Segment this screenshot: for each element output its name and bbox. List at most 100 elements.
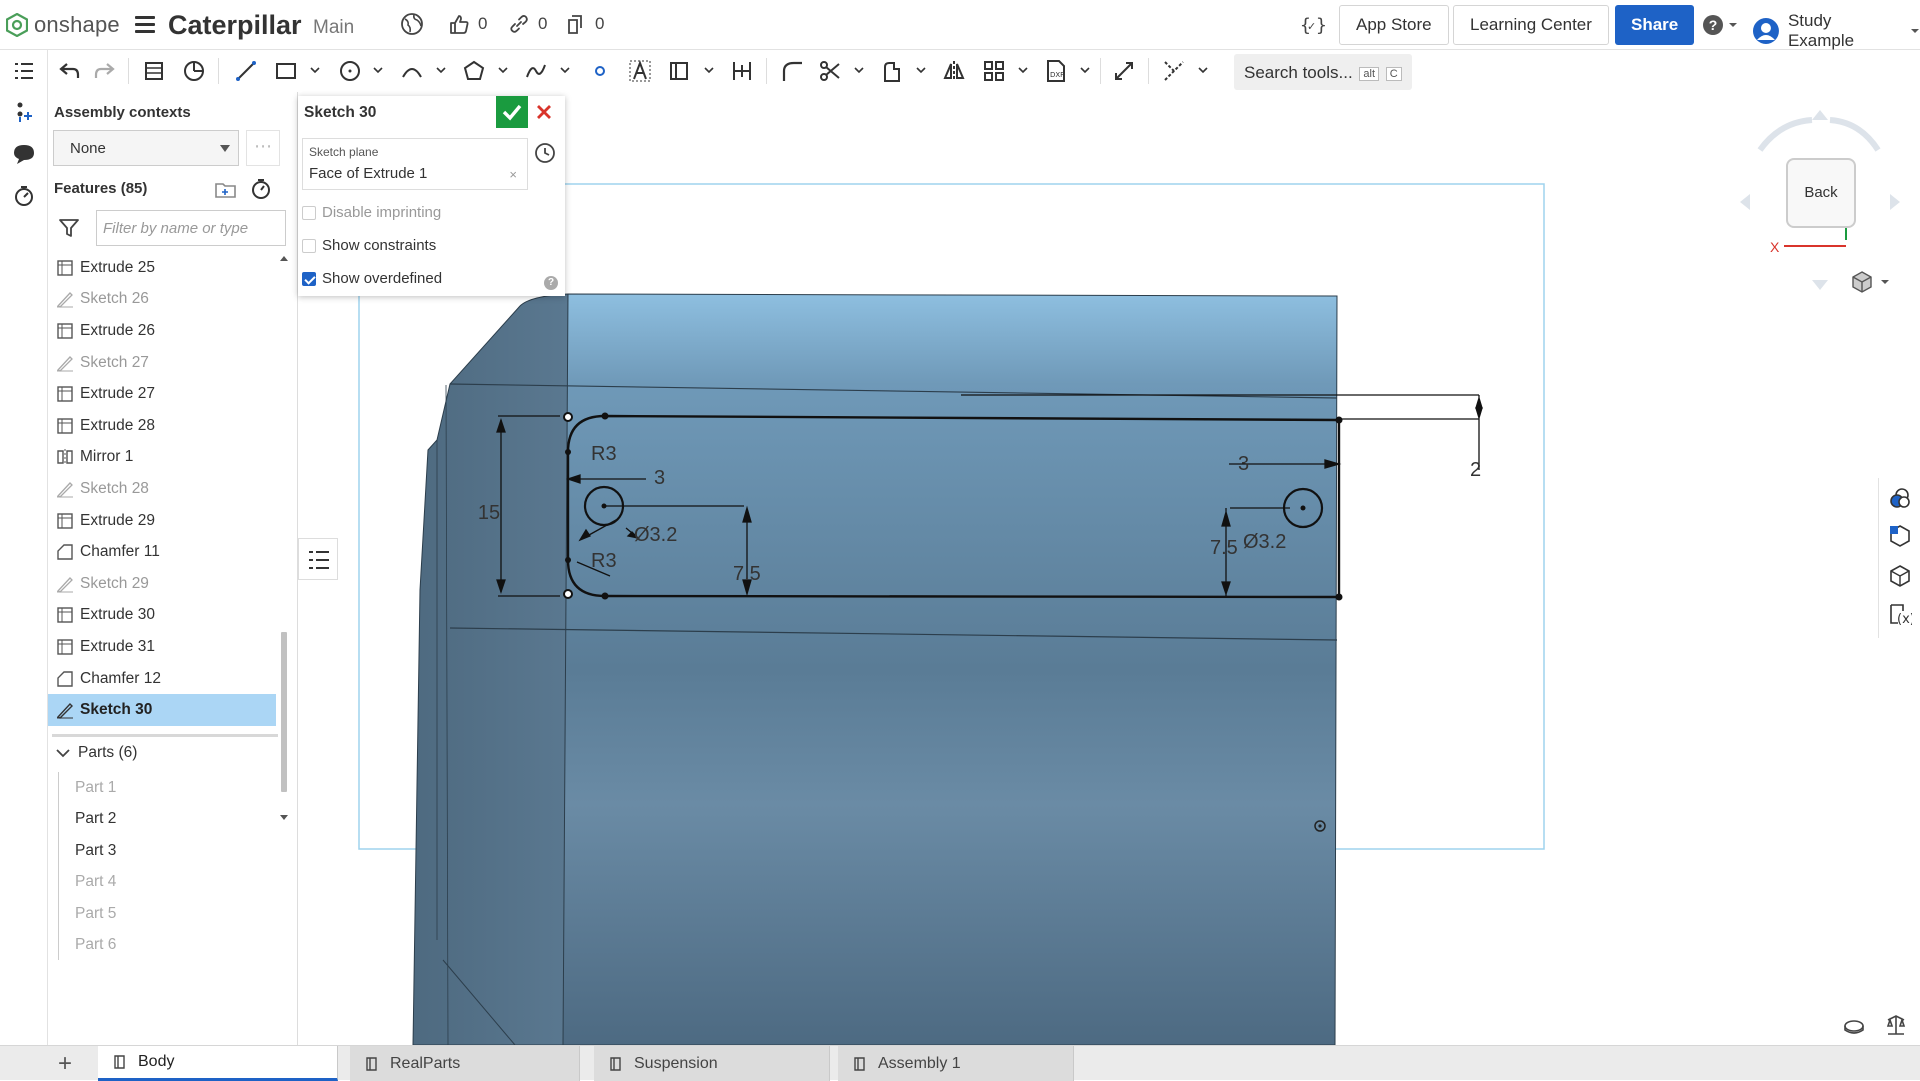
feature-item[interactable]: Sketch 27 [48,347,276,379]
chevron-down-icon[interactable] [1018,66,1028,74]
tab-suspension[interactable]: Suspension [594,1046,830,1081]
circle-tool-icon[interactable] [338,59,362,83]
feature-item[interactable]: Extrude 28 [48,410,276,442]
chevron-down-icon[interactable] [1080,66,1090,74]
show-overdefined-checkbox[interactable] [302,271,316,286]
spline-tool-icon[interactable] [524,59,548,83]
measure-icon[interactable] [1888,564,1912,588]
context-more-button[interactable]: ⋯ [246,130,280,166]
view-cube-face-back[interactable]: Back [1786,158,1856,228]
part-item[interactable]: Part 3 [75,835,116,866]
view-options-menu[interactable] [1850,270,1890,294]
construction-tool-icon[interactable] [1162,59,1186,83]
search-tools-input[interactable]: Search tools... alt C [1234,54,1412,90]
rectangle-tool-icon[interactable] [274,59,298,83]
feature-list-icon[interactable] [12,60,36,84]
redo-icon[interactable] [92,59,116,83]
chevron-down-icon[interactable] [704,66,714,74]
feature-item[interactable]: Extrude 26 [48,315,276,347]
filter-icon[interactable] [58,218,80,238]
display-mode-icon[interactable] [1842,1016,1866,1036]
feature-item[interactable]: Mirror 1 [48,442,276,474]
insert-image-icon[interactable] [668,59,692,83]
trim-tool-icon[interactable] [818,59,842,83]
history-timer-icon[interactable] [12,184,36,208]
tab-assembly-1[interactable]: Assembly 1 [838,1046,1074,1081]
transform-tool-icon[interactable] [1112,59,1136,83]
disable-imprinting-checkbox[interactable] [302,205,316,220]
feature-item[interactable]: Chamfer 12 [48,663,276,695]
chevron-down-icon[interactable] [854,66,864,74]
sketch-list-toggle[interactable] [298,538,338,580]
show-constraints-checkbox[interactable] [302,238,316,253]
tab-realparts[interactable]: RealParts [350,1046,580,1081]
copies-counter[interactable]: 0 [565,13,604,35]
feature-filter-input[interactable]: Filter by name or type [96,210,286,246]
dialog-help-icon[interactable]: ? [544,276,558,290]
mirror-tool-icon[interactable] [942,59,966,83]
part-item[interactable]: Part 5 [75,898,116,929]
menu-icon[interactable] [135,16,155,34]
part-item[interactable]: Part 2 [75,803,116,834]
feature-item[interactable]: Extrude 27 [48,378,276,410]
units-icon[interactable] [1884,1014,1908,1036]
links-counter[interactable]: 0 [508,13,547,35]
feature-item[interactable]: Sketch 29 [48,568,276,600]
featurescript-icon[interactable]: { ✓ } [1300,14,1326,36]
feature-item[interactable]: Extrude 29 [48,505,276,537]
part-item[interactable]: Part 6 [75,929,116,960]
dxf-import-icon[interactable]: DXF [1044,59,1068,83]
part-item[interactable]: Part 1 [75,772,116,803]
chevron-down-icon[interactable] [560,66,570,74]
chevron-down-icon[interactable] [498,66,508,74]
part-item[interactable]: Part 4 [75,866,116,897]
share-button[interactable]: Share [1615,5,1695,45]
feature-item[interactable]: Extrude 30 [48,600,276,632]
document-name[interactable]: Caterpillar [168,10,302,41]
assembly-context-select[interactable]: None [53,130,239,166]
feature-item[interactable]: Sketch 28 [48,473,276,505]
history-icon[interactable] [534,142,556,164]
show-overdefined-row[interactable]: Show overdefined [302,270,442,287]
chevron-down-icon[interactable] [436,66,446,74]
add-tab-button[interactable]: + [58,1050,72,1078]
point-tool-icon[interactable] [588,59,612,83]
feature-item[interactable]: Sketch 26 [48,284,276,316]
fillet-tool-icon[interactable] [780,59,804,83]
chevron-down-icon[interactable] [373,66,383,74]
tab-body[interactable]: Body [98,1046,338,1081]
text-tool-icon[interactable] [628,59,652,83]
feature-item[interactable]: Chamfer 11 [48,536,276,568]
dimension-tool-icon[interactable] [730,59,754,83]
parts-header[interactable]: Parts (6) [56,744,137,762]
chevron-down-icon[interactable] [916,66,926,74]
mass-properties-icon[interactable] [1888,524,1912,548]
pattern-tool-icon[interactable] [982,59,1006,83]
line-tool-icon[interactable] [234,59,258,83]
chevron-down-icon[interactable] [310,66,320,74]
feature-item[interactable]: Extrude 25 [48,252,276,284]
insert-part-icon[interactable] [12,100,36,124]
variables-icon[interactable]: (x) [1888,602,1912,626]
chevron-down-icon[interactable] [1198,66,1208,74]
branch-name[interactable]: Main [313,17,354,39]
feature-item[interactable]: Extrude 31 [48,631,276,663]
rollback-timer-icon[interactable] [250,178,272,200]
revolve-tool-icon[interactable] [182,59,206,83]
comment-icon[interactable] [12,142,36,166]
clear-plane-icon[interactable]: × [509,167,517,182]
feature-list-scrollbar[interactable] [278,252,290,824]
add-folder-icon[interactable] [214,180,238,200]
undo-icon[interactable] [58,59,82,83]
likes-counter[interactable]: 0 [448,13,487,35]
accept-button[interactable] [496,96,528,128]
learning-center-button[interactable]: Learning Center [1453,5,1609,45]
polygon-tool-icon[interactable] [462,59,486,83]
disable-imprinting-row[interactable]: Disable imprinting [302,204,441,221]
onshape-logo[interactable]: onshape [6,12,120,38]
cancel-button[interactable] [534,102,554,122]
user-menu[interactable]: Study Example [1752,11,1920,51]
sketch-plane-field[interactable]: Sketch plane Face of Extrude 1 × [302,138,528,190]
appearance-icon[interactable] [1888,486,1912,510]
globe-icon[interactable] [400,12,424,36]
